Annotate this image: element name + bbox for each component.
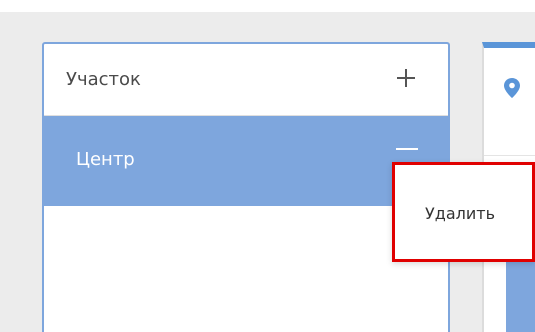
area-panel-title: Участок: [66, 69, 141, 90]
context-menu: Удалить: [392, 162, 535, 262]
area-panel-header: Участок: [44, 44, 448, 116]
top-bar: [0, 0, 535, 12]
details-panel-header: [484, 48, 535, 156]
add-area-button[interactable]: [392, 64, 420, 92]
details-panel-selected-block: [506, 262, 535, 332]
minus-icon: [396, 148, 418, 150]
delete-menu-item[interactable]: Удалить: [395, 199, 532, 229]
delete-menu-item-label: Удалить: [425, 204, 495, 223]
area-panel: Участок Центр: [42, 42, 450, 332]
location-pin-icon: [504, 78, 520, 98]
area-list-item-label: Центр: [76, 149, 135, 170]
plus-icon: [397, 69, 415, 87]
area-list-item[interactable]: Центр: [44, 116, 448, 206]
remove-area-button[interactable]: [394, 142, 420, 156]
